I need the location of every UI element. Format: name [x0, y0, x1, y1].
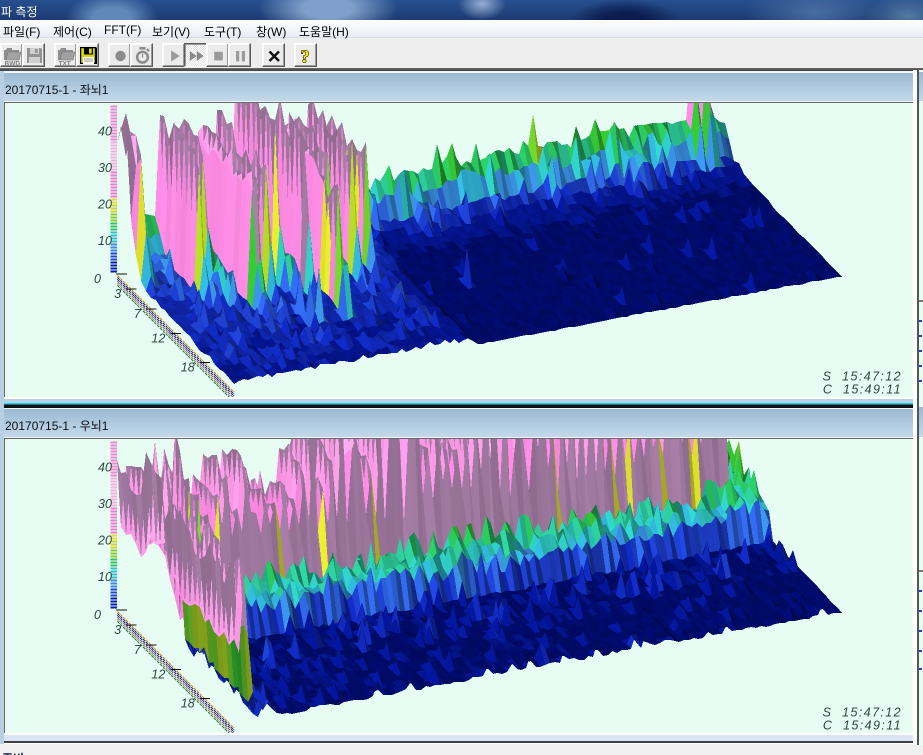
svg-text:0: 0 — [94, 272, 101, 286]
svg-text:0: 0 — [94, 608, 101, 622]
svg-text:12: 12 — [151, 667, 165, 681]
svg-text:18: 18 — [181, 697, 195, 711]
svg-text:?: ? — [301, 47, 310, 67]
svg-text:20: 20 — [97, 534, 112, 548]
svg-text:30: 30 — [98, 161, 112, 175]
svg-text:20: 20 — [97, 198, 112, 212]
svg-text:TXT: TXT — [59, 61, 71, 67]
svg-text:C 15:49:11: C 15:49:11 — [823, 383, 902, 397]
svg-text:40: 40 — [98, 125, 112, 139]
svg-text:18: 18 — [181, 361, 195, 375]
svg-text:7: 7 — [134, 643, 142, 657]
svg-text:S 15:47:12: S 15:47:12 — [823, 370, 902, 384]
svg-text:S 15:47:12: S 15:47:12 — [823, 706, 902, 720]
svg-text:30: 30 — [98, 497, 112, 511]
svg-text:3: 3 — [114, 287, 121, 301]
svg-text:10: 10 — [98, 570, 112, 584]
svg-text:10: 10 — [98, 234, 112, 248]
svg-text:40: 40 — [98, 461, 112, 475]
svg-text:C 15:49:11: C 15:49:11 — [823, 719, 902, 733]
svg-text:12: 12 — [151, 331, 165, 345]
svg-text:3: 3 — [114, 623, 121, 637]
svg-text:7: 7 — [134, 307, 142, 321]
svg-text:BWD: BWD — [5, 61, 21, 67]
